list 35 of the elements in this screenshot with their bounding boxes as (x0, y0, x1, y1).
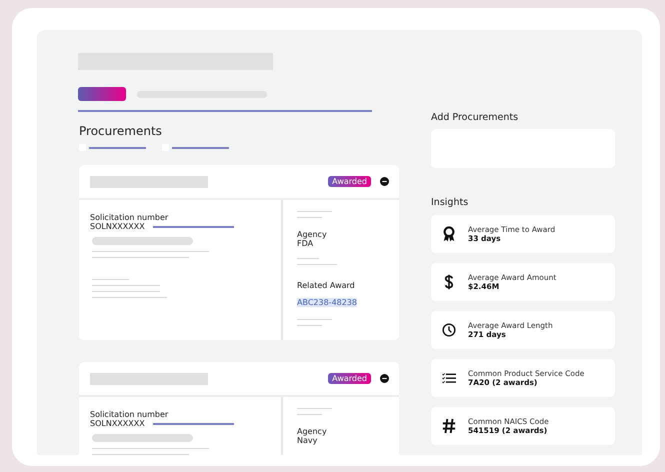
gradient-pill (78, 87, 126, 101)
skeleton-line (92, 285, 160, 286)
field-value: Navy (297, 436, 318, 445)
collapse-icon[interactable] (380, 177, 389, 186)
field-value: SOLNXXXXXX (90, 419, 145, 428)
skeleton-line (297, 319, 332, 320)
skeleton-line (297, 325, 322, 326)
skeleton-line (297, 408, 332, 409)
award-link[interactable]: ABC238-48238 (297, 298, 358, 307)
field-label: Solicitation number (90, 213, 170, 222)
skeleton-line (92, 291, 160, 292)
ribbon-icon (442, 226, 456, 242)
hash-icon (442, 418, 456, 434)
skeleton-line (297, 264, 337, 265)
skeleton-line (297, 258, 319, 259)
field-value: FDA (297, 239, 314, 248)
field-label: Agency (297, 427, 328, 436)
section-heading: Add Procurements (431, 112, 520, 123)
collapse-icon[interactable] (380, 374, 389, 383)
skeleton-line (297, 414, 322, 415)
field-value: SOLNXXXXXX (90, 222, 145, 231)
status-badge: Awarded (328, 373, 371, 384)
filter-label-line (172, 146, 229, 148)
skeleton-line (297, 217, 322, 218)
field-label: Related Award (297, 281, 356, 290)
field-label: Solicitation number (90, 410, 170, 419)
skeleton-line (297, 211, 332, 212)
dollar-icon (442, 274, 456, 290)
clock-icon (442, 322, 456, 338)
section-heading: Procurements (79, 124, 163, 138)
section-heading: Insights (431, 197, 470, 208)
field-label: Agency (297, 230, 328, 239)
skeleton-line (92, 279, 129, 280)
status-badge: Awarded (328, 176, 371, 187)
filter-label-line (89, 146, 146, 148)
